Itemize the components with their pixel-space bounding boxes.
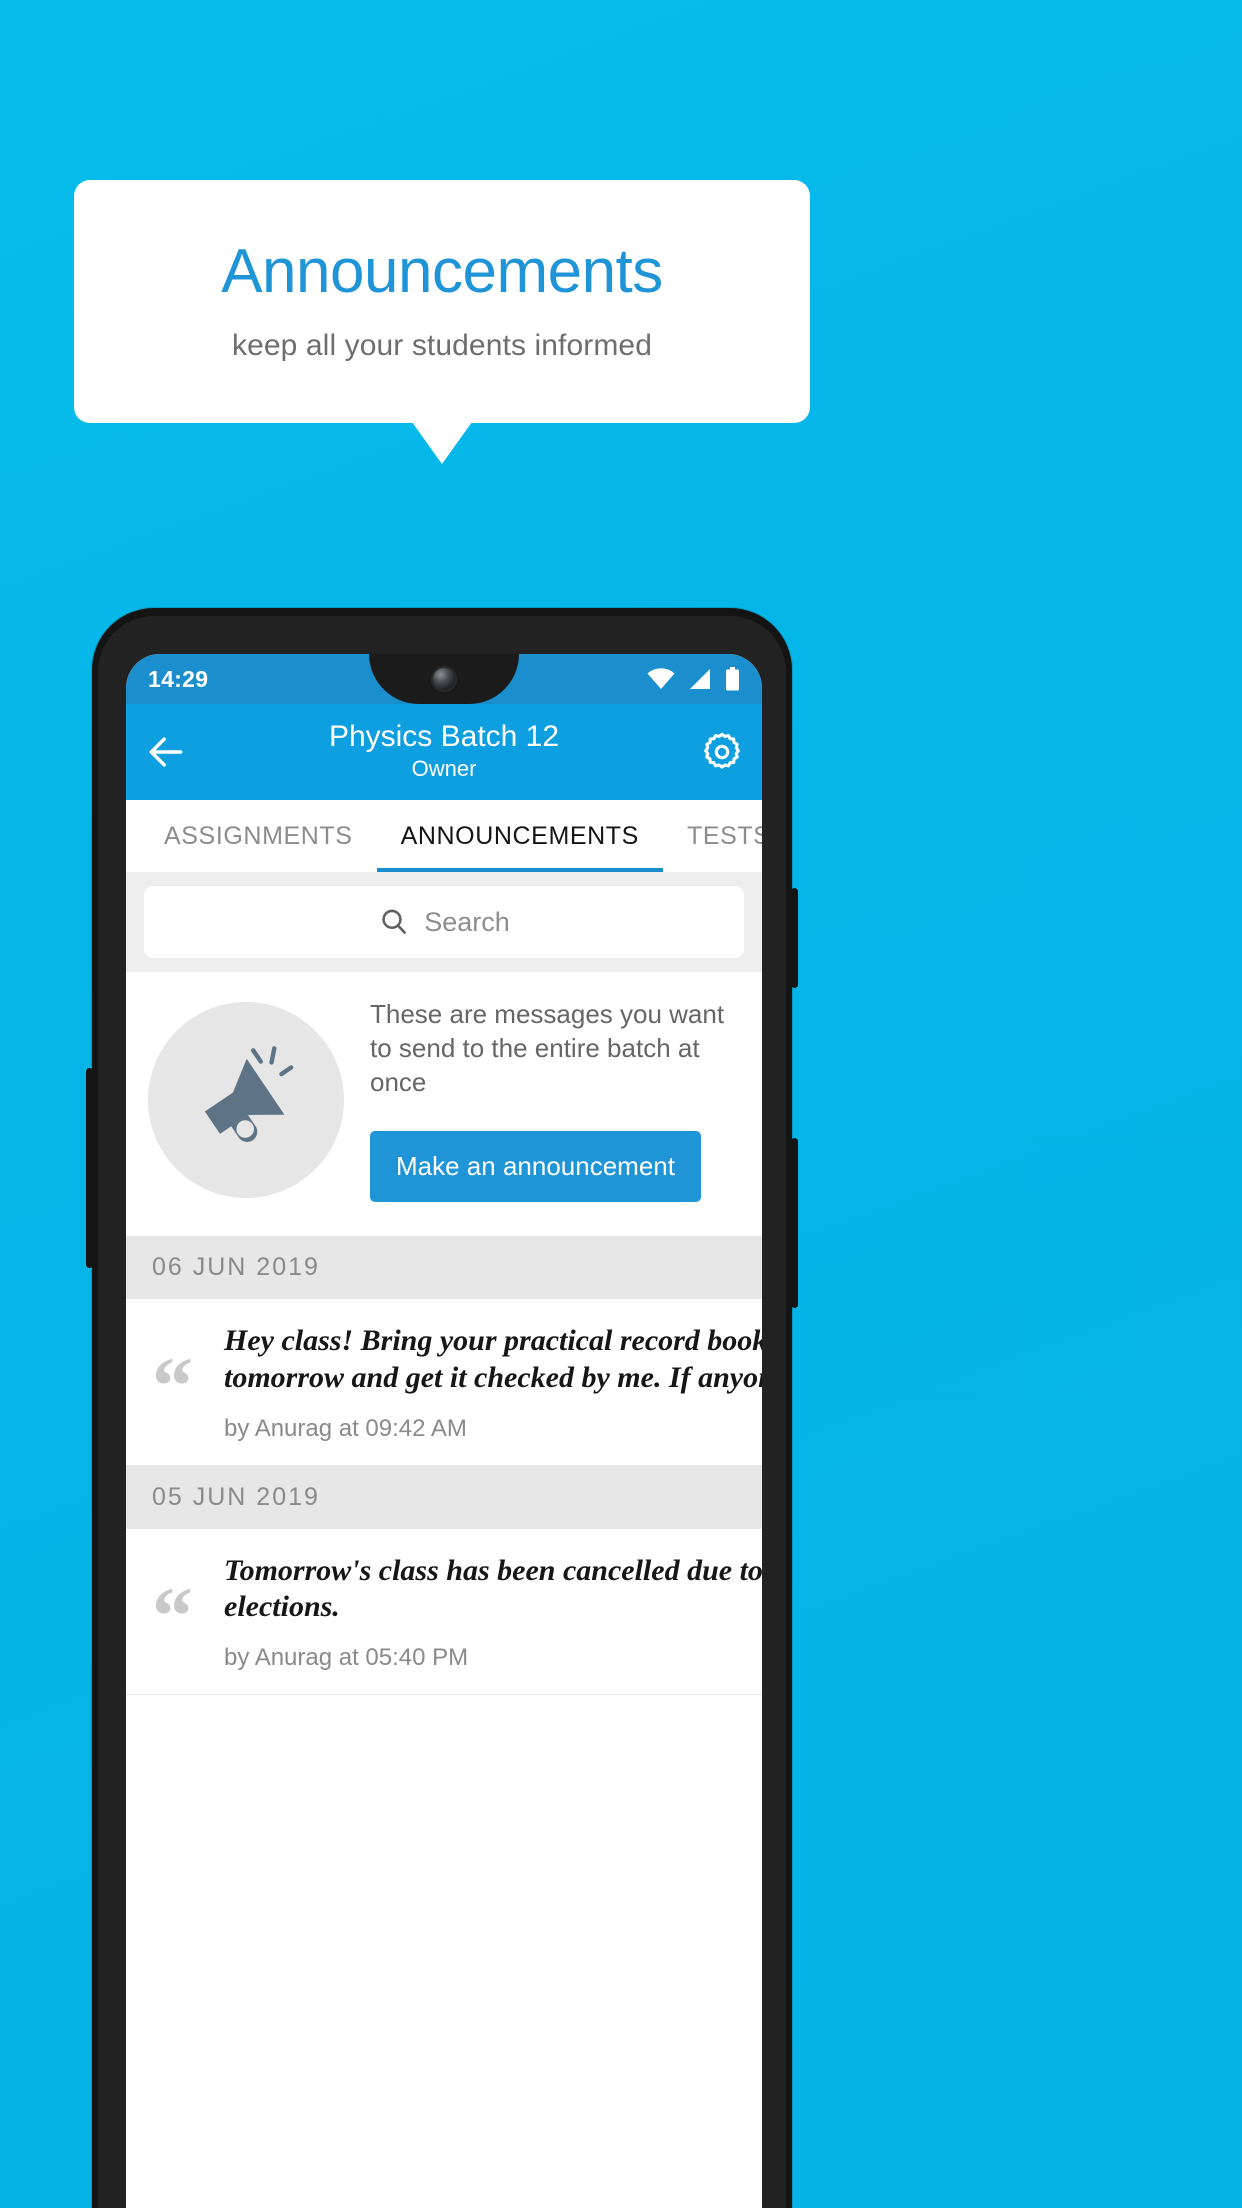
promo-screenshot: Announcements keep all your students inf… — [0, 0, 1242, 2208]
announcement-text-line-2: tomorrow and get it checked by me. If an… — [224, 1360, 762, 1394]
promo-card: Announcements keep all your students inf… — [74, 180, 810, 423]
promo-title: Announcements — [221, 236, 663, 306]
search-placeholder: Search — [424, 906, 510, 937]
phone-body: 14:29 Physics Batch 12 Owner ASSIGNMENTS… — [98, 616, 786, 2208]
phone-mockup: 14:29 Physics Batch 12 Owner ASSIGNMENTS… — [86, 608, 798, 2208]
phone-button-power — [791, 888, 798, 988]
search-bar-container: Search — [126, 872, 762, 972]
empty-state-text: These are messages you want to send to t… — [370, 999, 725, 1097]
announcement-text-line-2: elections. — [224, 1590, 340, 1624]
empty-state-content: These are messages you want to send to t… — [370, 998, 740, 1203]
date-header: 06 JUN 2019 — [126, 1236, 762, 1300]
megaphone-icon-circle — [148, 1002, 344, 1199]
search-input[interactable]: Search — [144, 886, 744, 958]
tab-bar: ASSIGNMENTS ANNOUNCEMENTS TESTS V — [126, 800, 762, 872]
announcement-row[interactable]: “ Tomorrow's class has been cancelled du… — [126, 1528, 762, 1695]
page-title: Physics Batch 12 — [328, 720, 560, 754]
app-bar: Physics Batch 12 Owner — [126, 704, 762, 800]
tab-assignments[interactable]: ASSIGNMENTS — [140, 800, 377, 872]
page-subtitle: Owner — [411, 756, 477, 782]
quote-icon: “ — [152, 1569, 193, 1661]
announcement-row[interactable]: “ Hey class! Bring your practical record… — [126, 1299, 762, 1466]
announcement-text-line-1: Tomorrow's class has been cancelled due … — [224, 1553, 762, 1587]
search-icon — [382, 909, 407, 934]
promo-subtitle: keep all your students informed — [232, 328, 652, 362]
announcement-text-line-1: Hey class! Bring your practical record b… — [224, 1324, 762, 1358]
phone-button-volume — [791, 1138, 798, 1308]
promo-bubble-tail — [412, 422, 472, 464]
empty-state-card: These are messages you want to send to t… — [126, 972, 762, 1237]
wifi-icon — [647, 668, 675, 689]
make-announcement-button[interactable]: Make an announcement — [370, 1131, 701, 1203]
announcement-meta: by Anurag at 09:42 AM — [224, 1414, 467, 1442]
gear-icon[interactable] — [700, 730, 744, 774]
cellular-signal-icon — [690, 669, 710, 689]
announcement-body: Hey class! Bring your practical record b… — [224, 1323, 762, 1442]
announcement-body: Tomorrow's class has been cancelled due … — [224, 1553, 762, 1672]
announcement-meta: by Anurag at 05:40 PM — [224, 1643, 469, 1671]
date-header: 05 JUN 2019 — [126, 1465, 762, 1529]
status-bar-time: 14:29 — [148, 665, 209, 692]
battery-icon — [726, 667, 739, 691]
status-bar-icons — [647, 667, 740, 691]
front-camera-icon — [433, 668, 455, 690]
back-arrow-icon[interactable] — [144, 730, 188, 774]
phone-button-left — [86, 1068, 93, 1268]
tab-tests[interactable]: TESTS — [663, 800, 762, 872]
app-bar-titles: Physics Batch 12 Owner — [188, 720, 700, 781]
phone-screen: 14:29 Physics Batch 12 Owner ASSIGNMENTS… — [126, 654, 762, 2208]
megaphone-icon — [204, 1046, 294, 1143]
quote-icon: “ — [152, 1340, 193, 1432]
tab-announcements[interactable]: ANNOUNCEMENTS — [376, 800, 664, 872]
